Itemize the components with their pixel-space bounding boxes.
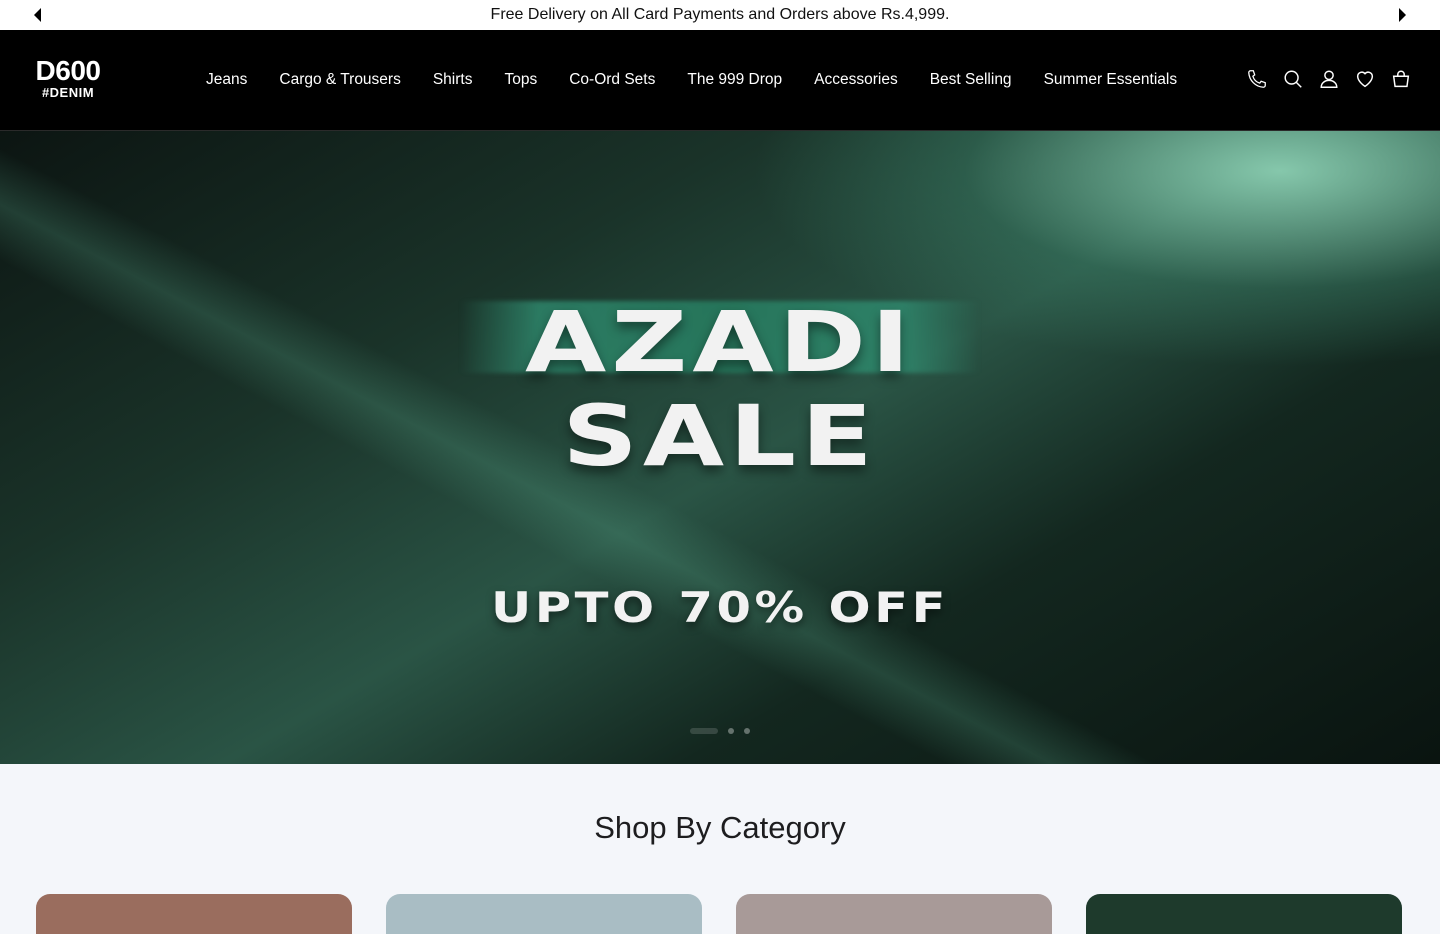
slider-pagination bbox=[690, 728, 750, 734]
search-icon[interactable] bbox=[1282, 68, 1304, 90]
hero-banner[interactable]: AZADI SALE UPTO 70% OFF bbox=[0, 131, 1440, 764]
caret-right-icon[interactable] bbox=[1394, 7, 1410, 23]
heart-icon[interactable] bbox=[1354, 68, 1376, 90]
announcement-text: Free Delivery on All Card Payments and O… bbox=[490, 6, 950, 23]
category-card-2[interactable] bbox=[386, 894, 702, 934]
nav-item-best-selling[interactable]: Best Selling bbox=[914, 71, 1028, 89]
nav-item-coord-sets[interactable]: Co-Ord Sets bbox=[553, 71, 671, 89]
logo-sub-text: #DENIM bbox=[41, 85, 95, 100]
hero-headline-azadi: AZADI bbox=[525, 293, 915, 391]
category-cards bbox=[36, 894, 1402, 934]
user-icon[interactable] bbox=[1318, 68, 1340, 90]
category-card-4[interactable] bbox=[1086, 894, 1402, 934]
category-section: Shop By Category bbox=[0, 764, 1440, 934]
nav-item-999-drop[interactable]: The 999 Drop bbox=[671, 71, 798, 89]
announcement-bar: Free Delivery on All Card Payments and O… bbox=[0, 0, 1440, 30]
cart-icon[interactable] bbox=[1390, 68, 1412, 90]
slider-dot-2[interactable] bbox=[728, 728, 734, 734]
section-title: Shop By Category bbox=[594, 810, 846, 845]
brand-logo[interactable]: D600 #DENIM bbox=[32, 56, 104, 100]
caret-left-icon[interactable] bbox=[30, 7, 46, 23]
main-nav: Jeans Cargo & Trousers Shirts Tops Co-Or… bbox=[190, 30, 1193, 130]
hero-discount-text: UPTO 70% OFF bbox=[491, 583, 949, 632]
header-actions bbox=[1246, 68, 1412, 90]
phone-icon[interactable] bbox=[1246, 68, 1268, 90]
nav-item-summer-essentials[interactable]: Summer Essentials bbox=[1028, 71, 1194, 89]
nav-item-accessories[interactable]: Accessories bbox=[798, 71, 914, 89]
category-card-1[interactable] bbox=[36, 894, 352, 934]
slider-dot-1[interactable] bbox=[690, 728, 718, 734]
nav-item-cargo-trousers[interactable]: Cargo & Trousers bbox=[263, 71, 416, 89]
slider-dot-3[interactable] bbox=[744, 728, 750, 734]
nav-item-tops[interactable]: Tops bbox=[488, 71, 553, 89]
nav-item-shirts[interactable]: Shirts bbox=[417, 71, 489, 89]
logo-main-text: D600 bbox=[35, 55, 101, 86]
site-header: D600 #DENIM Jeans Cargo & Trousers Shirt… bbox=[0, 30, 1440, 131]
category-card-3[interactable] bbox=[736, 894, 1052, 934]
hero-headline-sale: SALE bbox=[562, 387, 878, 485]
nav-item-jeans[interactable]: Jeans bbox=[190, 71, 263, 89]
